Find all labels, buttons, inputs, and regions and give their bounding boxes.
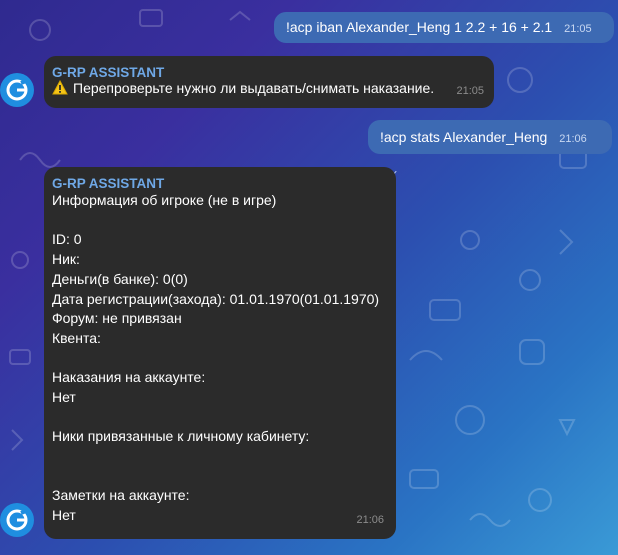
warning-icon: [52, 79, 68, 95]
info-line: Ники привязанные к личному кабинету:: [52, 428, 310, 445]
message-time: 21:05: [456, 85, 484, 98]
outgoing-message[interactable]: !acp iban Alexander_Heng 1 2.2 + 16 + 2.…: [274, 12, 614, 68]
info-line: Нет: [52, 389, 76, 405]
chat-area[interactable]: !acp iban Alexander_Heng 1 2.2 + 16 + 2.…: [0, 0, 618, 555]
info-line: Дата регистрации(захода): 01.01.1970(01.…: [52, 290, 380, 307]
message-text: !acp iban Alexander_Heng 1 2.2 + 16 + 2.…: [286, 19, 553, 35]
info-line: Деньги(в банке): 0(0): [52, 270, 188, 287]
message-body: Перепроверьте нужно ли выдавать/снимать …: [52, 79, 434, 99]
info-line: Наказания на аккаунте:: [52, 369, 206, 386]
info-line: Нет: [52, 507, 76, 524]
incoming-message[interactable]: G-RP ASSISTANT Перепроверьте нужно ли вы…: [44, 56, 494, 108]
message-text: Перепроверьте нужно ли выдавать/снимать …: [73, 80, 435, 96]
message-time: 21:06: [356, 514, 384, 527]
message-time: 21:06: [559, 133, 587, 145]
message-time: 21:05: [564, 23, 592, 35]
incoming-message[interactable]: G-RP ASSISTANT Информация об игроке (не …: [44, 167, 396, 539]
info-line: Заметки на аккаунте:: [52, 487, 190, 504]
info-line: ID: 0: [52, 231, 82, 248]
bot-avatar[interactable]: [0, 503, 34, 537]
info-line: Форум: не привязан: [52, 310, 182, 327]
g-logo-icon: [6, 509, 28, 531]
info-line: Ник:: [52, 251, 80, 268]
message-text: !acp stats Alexander_Heng: [380, 129, 548, 145]
info-line: Информация об игроке (не в игре): [52, 192, 277, 208]
player-info-text: Информация об игроке (не в игре) ID: 0 Н…: [52, 191, 379, 526]
info-line: Квента:: [52, 329, 101, 346]
outgoing-message[interactable]: !acp stats Alexander_Heng 21:06 ✓✓: [368, 120, 612, 181]
g-logo-icon: [6, 79, 28, 101]
bot-avatar[interactable]: [0, 73, 34, 107]
